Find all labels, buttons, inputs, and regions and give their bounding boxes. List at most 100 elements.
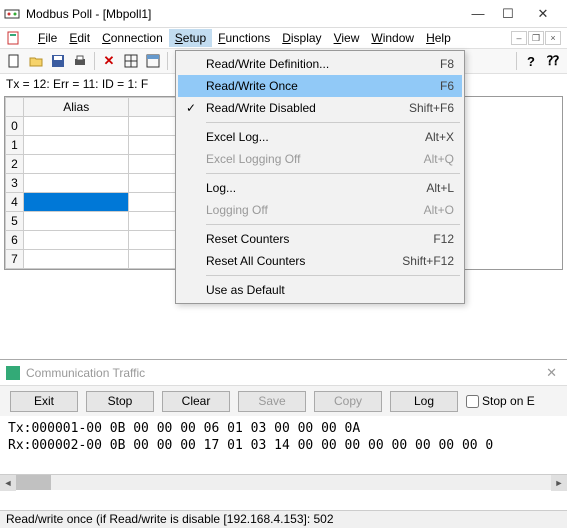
col-alias[interactable]: Alias: [23, 98, 129, 117]
print-icon[interactable]: [70, 51, 90, 71]
scroll-left-icon[interactable]: ◄: [0, 475, 16, 491]
row-header[interactable]: 0: [6, 117, 24, 136]
comm-titlebar: Communication Traffic ✕: [0, 360, 567, 386]
row-header[interactable]: 2: [6, 155, 24, 174]
grid2-icon[interactable]: [143, 51, 163, 71]
menu-connection[interactable]: Connection: [96, 29, 169, 47]
comm-close-button[interactable]: ✕: [542, 365, 561, 381]
close-button[interactable]: ✕: [523, 4, 563, 24]
cell-alias[interactable]: [23, 174, 129, 193]
menu-separator: [206, 173, 460, 174]
menu-display[interactable]: Display: [276, 29, 327, 47]
menu-setup[interactable]: Setup: [169, 29, 212, 47]
cell-alias[interactable]: [23, 212, 129, 231]
menu-item-label: Reset Counters: [206, 232, 433, 246]
cell-alias[interactable]: [23, 193, 129, 212]
cell-alias[interactable]: [23, 250, 129, 269]
menu-item-accel: F6: [440, 79, 454, 93]
menu-item-excel-log[interactable]: Excel Log...Alt+X: [178, 126, 462, 148]
row-header[interactable]: 5: [6, 212, 24, 231]
maximize-button[interactable]: ☐: [493, 4, 523, 24]
row-header[interactable]: 3: [6, 174, 24, 193]
menu-item-label: Excel Log...: [206, 130, 425, 144]
menu-item-label: Read/Write Definition...: [206, 57, 440, 71]
doc-icon: [6, 30, 22, 46]
cell-alias[interactable]: [23, 231, 129, 250]
stop-on-checkbox[interactable]: Stop on E: [466, 394, 535, 408]
open-icon[interactable]: [26, 51, 46, 71]
menu-separator: [206, 122, 460, 123]
menu-item-accel: Alt+O: [424, 203, 454, 217]
row-header[interactable]: 7: [6, 250, 24, 269]
menu-item-label: Log...: [206, 181, 426, 195]
row-header[interactable]: 1: [6, 136, 24, 155]
menu-item-accel: Shift+F6: [409, 101, 454, 115]
exit-button[interactable]: Exit: [10, 391, 78, 412]
menu-item-label: Read/Write Once: [206, 79, 440, 93]
menu-item-accel: Alt+X: [425, 130, 454, 144]
horizontal-scrollbar[interactable]: ◄ ►: [0, 474, 567, 490]
menu-item-reset-all-counters[interactable]: Reset All CountersShift+F12: [178, 250, 462, 272]
row-header[interactable]: 6: [6, 231, 24, 250]
menu-item-accel: Shift+F12: [402, 254, 454, 268]
comm-icon: [6, 366, 20, 380]
copy-button[interactable]: Copy: [314, 391, 382, 412]
comm-buttons-row: Exit Stop Clear Save Copy Log Stop on E: [0, 386, 567, 416]
menu-edit[interactable]: Edit: [63, 29, 96, 47]
menu-functions[interactable]: Functions: [212, 29, 276, 47]
cell-alias[interactable]: [23, 117, 129, 136]
menu-item-label: Excel Logging Off: [206, 152, 424, 166]
grid-corner: [6, 98, 24, 117]
status-bar: Read/write once (if Read/write is disabl…: [0, 510, 567, 528]
menu-view[interactable]: View: [328, 29, 366, 47]
app-icon: [4, 6, 20, 22]
menu-item-accel: F12: [433, 232, 454, 246]
save-button[interactable]: Save: [238, 391, 306, 412]
menu-bar: FileEditConnectionSetupFunctionsDisplayV…: [0, 28, 567, 48]
log-button[interactable]: Log: [390, 391, 458, 412]
new-icon[interactable]: [4, 51, 24, 71]
scroll-thumb[interactable]: [16, 475, 51, 490]
window-title: Modbus Poll - [Mbpoll1]: [26, 7, 463, 21]
mdi-restore-button[interactable]: ❐: [528, 31, 544, 45]
menu-item-label: Use as Default: [206, 283, 454, 297]
setup-menu-dropdown: Read/Write Definition...F8Read/Write Onc…: [175, 50, 465, 304]
menu-separator: [206, 224, 460, 225]
scroll-right-icon[interactable]: ►: [551, 475, 567, 491]
menu-item-accel: Alt+Q: [424, 152, 454, 166]
cell-alias[interactable]: [23, 136, 129, 155]
comm-traffic-panel: Communication Traffic ✕ Exit Stop Clear …: [0, 359, 567, 508]
menu-help[interactable]: Help: [420, 29, 457, 47]
menu-item-read-write-once[interactable]: Read/Write OnceF6: [178, 75, 462, 97]
check-icon: ✓: [186, 101, 196, 115]
minimize-button[interactable]: —: [463, 4, 493, 24]
menu-window[interactable]: Window: [365, 29, 420, 47]
menu-separator: [206, 275, 460, 276]
whatsthis-icon[interactable]: ⁇: [543, 51, 563, 71]
delete-icon[interactable]: ✕: [99, 51, 119, 71]
menu-item-read-write-disabled[interactable]: ✓ Read/Write DisabledShift+F6: [178, 97, 462, 119]
grid1-icon[interactable]: [121, 51, 141, 71]
window-titlebar: Modbus Poll - [Mbpoll1] — ☐ ✕: [0, 0, 567, 28]
clear-button[interactable]: Clear: [162, 391, 230, 412]
save-icon[interactable]: [48, 51, 68, 71]
scroll-track[interactable]: [16, 475, 551, 490]
menu-item-label: Read/Write Disabled: [206, 101, 409, 115]
menu-item-label: Reset All Counters: [206, 254, 402, 268]
menu-item-accel: F8: [440, 57, 454, 71]
menu-item-read-write-definition[interactable]: Read/Write Definition...F8: [178, 53, 462, 75]
mdi-close-button[interactable]: ×: [545, 31, 561, 45]
menu-item-logging-off: Logging OffAlt+O: [178, 199, 462, 221]
menu-file[interactable]: File: [32, 29, 63, 47]
menu-item-log[interactable]: Log...Alt+L: [178, 177, 462, 199]
cell-alias[interactable]: [23, 155, 129, 174]
menu-item-use-as-default[interactable]: Use as Default: [178, 279, 462, 301]
menu-item-label: Logging Off: [206, 203, 424, 217]
menu-item-reset-counters[interactable]: Reset CountersF12: [178, 228, 462, 250]
help-icon[interactable]: ?: [521, 51, 541, 71]
menu-item-excel-logging-off: Excel Logging OffAlt+Q: [178, 148, 462, 170]
row-header[interactable]: 4: [6, 193, 24, 212]
mdi-controls: – ❐ ×: [510, 31, 561, 45]
mdi-minimize-button[interactable]: –: [511, 31, 527, 45]
stop-button[interactable]: Stop: [86, 391, 154, 412]
